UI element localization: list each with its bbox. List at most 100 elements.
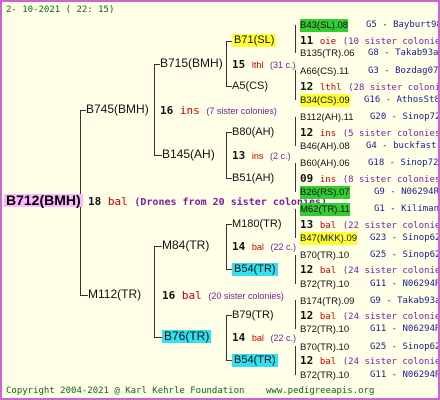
root-num: 18 <box>88 195 102 208</box>
gen3-note: (28 sister colonies) <box>348 83 440 93</box>
gen3-info: 09 ins (8 sister colonies) <box>300 172 440 187</box>
gen4-code: G23 - Sinop62R <box>370 233 440 243</box>
gen3-ins: ins <box>319 129 337 139</box>
gen2-queen[interactable]: B76(TR) <box>162 330 212 343</box>
connector <box>295 346 296 375</box>
gen4-queen[interactable]: B34(CS).09 <box>300 94 350 107</box>
gen4-queen[interactable]: B70(TR).10 <box>300 341 349 354</box>
root-queen[interactable]: B712(BMH) <box>4 193 83 207</box>
gen2-queen[interactable]: B715(BMH) <box>160 57 223 70</box>
gen3-queen[interactable]: B80(AH) <box>232 126 274 139</box>
gen2-num: 14 <box>232 331 246 344</box>
gen3-ins: bal <box>319 266 337 276</box>
gen3-info: 13 bal (22 sister colonies) <box>300 218 440 233</box>
gen3-note: (24 sister colonies) <box>342 312 440 322</box>
connector <box>295 163 296 192</box>
gen4-code: G1 - KilimandQ <box>374 204 440 214</box>
pedigree-frame: 2- 10-2021 ( 22: 15) B712(BMH) 18 bal (D… <box>0 0 440 400</box>
gen4-code: G11 - N06294R <box>370 324 440 334</box>
gen4-queen[interactable]: B26(RS).07 <box>300 186 350 199</box>
gen2-note: (2 c.) <box>270 151 291 161</box>
gen4-queen[interactable]: B112(AH).11 <box>300 111 354 124</box>
gen4-code: G3 - Bozdag07R <box>368 66 440 76</box>
gen4-code: G20 - Sinop72R <box>370 112 440 122</box>
connector <box>295 70 296 100</box>
gen2-info: 15 lthl (31 c.) <box>232 58 296 72</box>
gen4-queen[interactable]: B70(TR).10 <box>300 249 349 262</box>
connector <box>226 41 227 87</box>
gen1-ins: bal <box>181 289 202 302</box>
gen2-ins: bal <box>251 242 264 252</box>
gen3-num: 12 <box>300 126 314 139</box>
gen3-note: (10 sister colonies) <box>342 37 440 47</box>
gen2-info: 13 ins (2 c.) <box>232 149 291 163</box>
gen3-info: 12 lthl (28 sister colonies) <box>300 80 440 95</box>
gen3-info: 12 bal (24 sister colonies) <box>300 263 440 278</box>
gen3-num: 12 <box>300 309 314 322</box>
gen2-queen[interactable]: B145(AH) <box>162 148 215 161</box>
connector <box>226 224 227 270</box>
gen2-info: 14 bal (22 c.) <box>232 331 296 345</box>
gen3-queen[interactable]: M180(TR) <box>232 218 282 231</box>
gen1-queen[interactable]: B745(BMH) <box>86 103 149 116</box>
gen3-info: 12 bal (24 sister colonies) <box>300 309 440 324</box>
gen3-num: 12 <box>300 354 314 367</box>
connector <box>295 25 296 53</box>
connector <box>226 315 227 361</box>
gen3-num: 12 <box>300 80 314 93</box>
gen1-num: 16 <box>162 289 176 302</box>
root-ins: bal <box>107 195 128 208</box>
gen4-queen[interactable]: B72(TR).10 <box>300 323 349 336</box>
date-header: 2- 10-2021 ( 22: 15) <box>6 5 115 15</box>
gen3-info: 12 ins (5 sister colonies) <box>300 126 438 141</box>
gen4-code: G9 - Takab93aR <box>370 296 440 306</box>
footer-copyright: Copyright 2004-2021 @ Karl Kehrle Founda… <box>6 386 245 396</box>
root-note: (Drones from 20 sister colonies) <box>134 197 328 208</box>
gen4-queen[interactable]: B47(MKK).09 <box>300 232 358 245</box>
gen4-queen[interactable]: B43(SL).08 <box>300 19 349 32</box>
gen3-ins: bal <box>319 221 337 231</box>
gen3-queen[interactable]: B54(TR) <box>232 354 278 367</box>
gen1-info: 16 ins (7 sister colonies) <box>160 104 277 118</box>
gen2-note: (22 c.) <box>270 242 297 252</box>
gen4-code: G25 - Sinop62R <box>370 342 440 352</box>
gen2-ins: lthl <box>251 60 264 70</box>
gen4-queen[interactable]: A66(CS).11 <box>300 65 349 78</box>
gen4-queen[interactable]: M62(TR).11 <box>300 203 350 216</box>
gen3-note: (24 sister colonies) <box>342 266 440 276</box>
gen1-info: 16 bal (20 sister colonies) <box>162 289 284 303</box>
gen2-queen[interactable]: M84(TR) <box>162 239 209 252</box>
gen3-queen[interactable]: B51(AH) <box>232 172 274 185</box>
gen3-ins: oie <box>319 37 337 47</box>
gen3-queen[interactable]: B71(SL) <box>232 34 277 47</box>
gen4-queen[interactable]: B46(AH).08 <box>300 140 350 153</box>
gen3-note: (8 sister colonies) <box>342 175 440 185</box>
gen4-code: G18 - Sinop72R <box>368 158 440 168</box>
footer-site-link[interactable]: www.pedigreeapis.org <box>266 385 374 398</box>
gen3-queen[interactable]: B79(TR) <box>232 309 274 322</box>
gen3-num: 09 <box>300 172 314 185</box>
connector <box>154 246 155 338</box>
gen1-ins: ins <box>179 104 200 117</box>
gen3-queen[interactable]: B54(TR) <box>232 263 278 276</box>
gen2-num: 14 <box>232 240 246 253</box>
gen1-queen[interactable]: M112(TR) <box>88 288 141 301</box>
gen3-num: 13 <box>300 218 314 231</box>
gen2-ins: ins <box>251 151 264 161</box>
gen1-note: (7 sister colonies) <box>206 106 277 116</box>
gen4-code: G11 - N06294R <box>370 279 440 289</box>
gen4-queen[interactable]: B174(TR).09 <box>300 295 354 308</box>
gen4-queen[interactable]: B60(AH).06 <box>300 157 350 170</box>
gen4-queen[interactable]: B135(TR).06 <box>300 47 354 60</box>
gen2-note: (31 c.) <box>270 60 296 70</box>
gen4-code: G16 - AthosSt80R <box>364 95 440 105</box>
gen4-queen[interactable]: B72(TR).10 <box>300 369 349 382</box>
connector <box>295 117 296 146</box>
gen3-note: (24 sister colonies) <box>342 357 440 367</box>
gen4-queen[interactable]: B72(TR).10 <box>300 278 349 291</box>
gen3-note: (22 sister colonies) <box>342 221 440 231</box>
gen3-ins: lthl <box>319 83 342 93</box>
gen2-ins: bal <box>251 333 264 343</box>
gen3-queen[interactable]: A5(CS) <box>232 80 268 93</box>
gen4-code: G8 - Takab93aR <box>368 48 440 58</box>
